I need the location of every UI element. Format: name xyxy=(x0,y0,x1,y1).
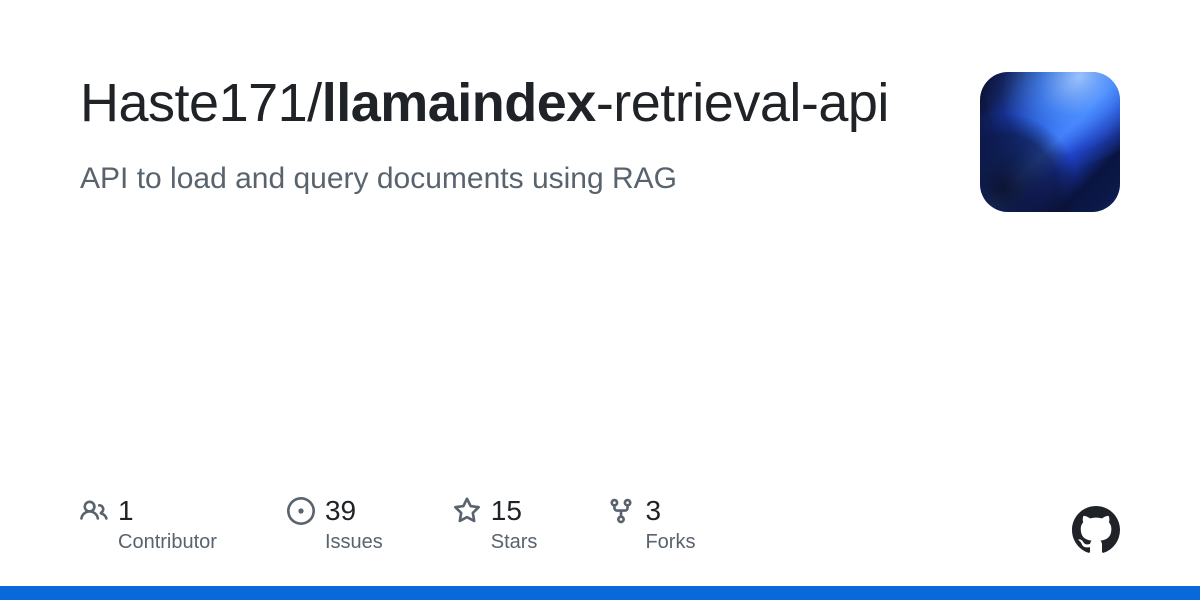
stars-label: Stars xyxy=(491,531,538,554)
repo-forked-icon xyxy=(607,497,635,525)
repo-name-part2[interactable]: retrieval xyxy=(613,73,801,133)
issues-count: 39 xyxy=(325,495,356,527)
stat-issues[interactable]: 39 Issues xyxy=(287,495,383,554)
header-row: Haste171/llamaindex-retrieval-api API to… xyxy=(80,72,1120,212)
stars-count: 15 xyxy=(491,495,522,527)
stat-forks[interactable]: 3 Forks xyxy=(607,495,695,554)
contributors-label: Contributor xyxy=(118,531,217,554)
repo-name-hyphen2: - xyxy=(801,73,818,133)
owner-separator: / xyxy=(307,73,322,133)
repo-description: API to load and query documents using RA… xyxy=(80,162,940,196)
stats-group: 1 Contributor 39 Issues 15 Stars xyxy=(80,495,695,554)
title-block: Haste171/llamaindex-retrieval-api API to… xyxy=(80,72,980,196)
owner-avatar[interactable] xyxy=(980,72,1120,212)
contributors-count: 1 xyxy=(118,495,134,527)
repo-owner[interactable]: Haste171 xyxy=(80,73,307,133)
forks-label: Forks xyxy=(645,531,695,554)
repo-name-part3[interactable]: api xyxy=(818,73,889,133)
star-icon xyxy=(453,497,481,525)
repo-name-part1[interactable]: llamaindex xyxy=(322,73,596,133)
repo-title[interactable]: Haste171/llamaindex-retrieval-api xyxy=(80,72,940,136)
people-icon xyxy=(80,497,108,525)
github-logo-icon[interactable] xyxy=(1072,506,1120,554)
stat-contributors[interactable]: 1 Contributor xyxy=(80,495,217,554)
stat-stars[interactable]: 15 Stars xyxy=(453,495,538,554)
repo-name-hyphen1: - xyxy=(596,73,613,133)
forks-count: 3 xyxy=(645,495,661,527)
stats-row: 1 Contributor 39 Issues 15 Stars xyxy=(80,495,1120,554)
issue-opened-icon xyxy=(287,497,315,525)
social-card: Haste171/llamaindex-retrieval-api API to… xyxy=(0,0,1200,600)
accent-bar xyxy=(0,586,1200,600)
issues-label: Issues xyxy=(325,531,383,554)
